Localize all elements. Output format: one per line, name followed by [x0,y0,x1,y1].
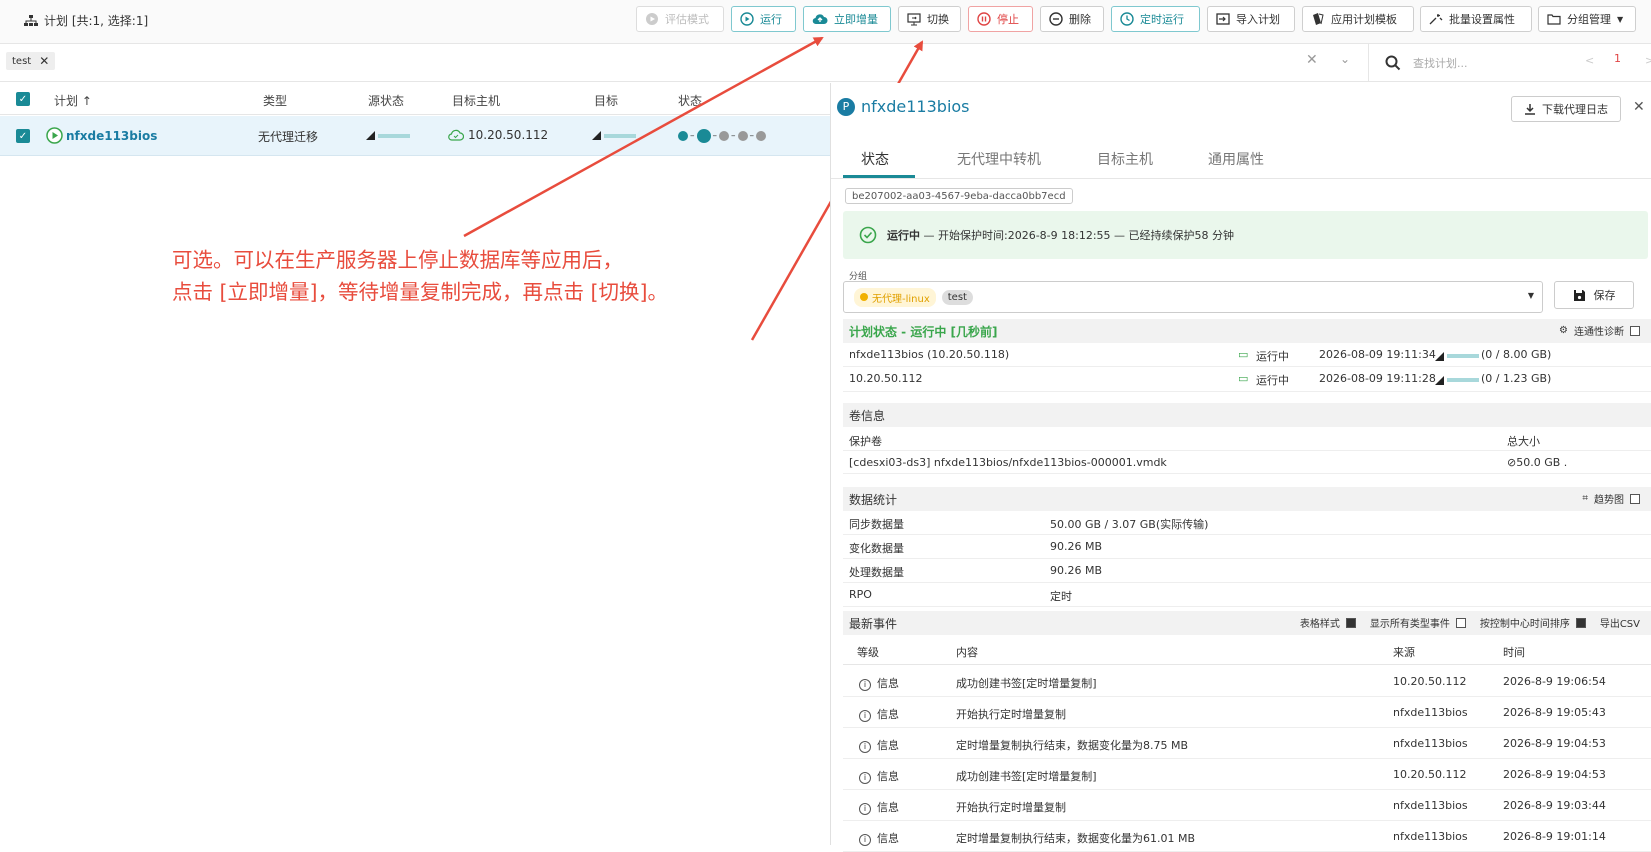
info-icon: i [859,771,871,784]
computer-icon: ▭ [1238,348,1249,361]
tab-target-host[interactable]: 目标主机 [1097,149,1153,169]
tab-general[interactable]: 通用属性 [1208,149,1264,169]
plan-uuid: be207002-aa03-4567-9eba-dacca0bb7ecd [845,188,1073,204]
events-header: 最新事件 表格样式 显示所有类型事件 按控制中心时间排序 导出CSV [843,611,1651,635]
volume-row: [cdesxi03-ds3] nfxde113bios/nfxde113bios… [843,451,1651,474]
event-row: i 信息 开始执行定时增量复制 nfxde113bios 2026-8-9 19:… [843,790,1651,821]
plan-status-row: nfxde113bios (10.20.50.118) ▭ 运行中 2026-0… [843,343,1651,367]
group-tag: test [941,289,973,305]
group-select[interactable]: 无代理-linux test ▼ [843,281,1543,313]
tab-agentless-relay[interactable]: 无代理中转机 [957,149,1041,169]
running-status-box: 运行中 — 开始保护时间:2026-8-9 18:12:55 — 已经持续保护5… [843,211,1648,259]
connectivity-diagnose[interactable]: ⚙ 连通性诊断 [1559,323,1640,338]
export-csv-button[interactable]: 导出CSV [1600,615,1640,630]
stats-row: RPO 定时 [843,583,1651,607]
close-panel-icon[interactable]: ✕ [1633,99,1645,115]
chart-icon: ⌗ [1582,493,1588,504]
volume-header: 卷信息 [843,403,1651,427]
connectivity-checkbox [1630,325,1640,336]
info-icon: i [859,833,871,846]
info-icon: i [859,802,871,815]
info-icon: i [859,709,871,722]
download-log-button[interactable]: 下载代理日志 [1511,96,1621,122]
panel-tabs: 状态 无代理中转机 目标主机 通用属性 [831,137,1651,179]
computer-icon: ▭ [1238,372,1249,385]
trend-toggle[interactable]: ⌗ 趋势图 [1582,491,1640,506]
volume-columns: 保护卷 总大小 [843,428,1651,451]
table-style-checkbox[interactable] [1345,617,1356,628]
save-icon [1573,289,1585,301]
event-row: i 信息 成功创建书签[定时增量复制] 10.20.50.112 2026-8-9… [843,666,1651,697]
stats-row: 处理数据量 90.26 MB [843,559,1651,583]
save-button[interactable]: 保存 [1554,281,1634,309]
stats-header: 数据统计 ⌗ 趋势图 [843,487,1651,511]
stats-row: 同步数据量 50.00 GB / 3.07 GB(实际传输) [843,511,1651,535]
plan-status-row: 10.20.50.112 ▭ 运行中 2026-08-09 19:11:28 (… [843,367,1651,392]
diagnose-icon: ⚙ [1559,325,1568,336]
check-circle-icon [859,226,877,244]
plan-status-header: 计划状态 - 运行中 [几秒前] ⚙ 连通性诊断 [843,319,1651,343]
info-icon: i [859,678,871,691]
event-options: 表格样式 显示所有类型事件 按控制中心时间排序 导出CSV [1300,615,1640,630]
caret-down-icon: ▼ [1527,291,1534,300]
event-row: i 信息 开始执行定时增量复制 nfxde113bios 2026-8-9 19:… [843,697,1651,728]
info-icon: i [859,740,871,753]
panel-title: P nfxde113bios [837,97,970,116]
event-row: i 信息 成功创建书签[定时增量复制] 10.20.50.112 2026-8-9… [843,759,1651,790]
event-row: i 信息 定时增量复制执行结束，数据变化量为61.01 MB nfxde113bi… [843,821,1651,852]
event-row: i 信息 定时增量复制执行结束，数据变化量为8.75 MB nfxde113bio… [843,728,1651,759]
plan-detail-panel: P nfxde113bios 下载代理日志 ✕ 状态 无代理中转机 目标主机 通… [830,83,1651,852]
group-tag: 无代理-linux [854,287,936,307]
sort-by-center-time-checkbox[interactable] [1575,617,1586,628]
all-events-checkbox[interactable] [1455,617,1466,628]
plan-badge-icon: P [837,97,855,116]
active-tab-indicator [843,175,915,178]
tab-status[interactable]: 状态 [861,149,889,169]
stats-row: 变化数据量 90.26 MB [843,535,1651,559]
download-icon [1525,104,1535,115]
arrow-to-incremental [463,36,824,238]
events-table-header: 等级 内容 来源 时间 [843,635,1651,665]
